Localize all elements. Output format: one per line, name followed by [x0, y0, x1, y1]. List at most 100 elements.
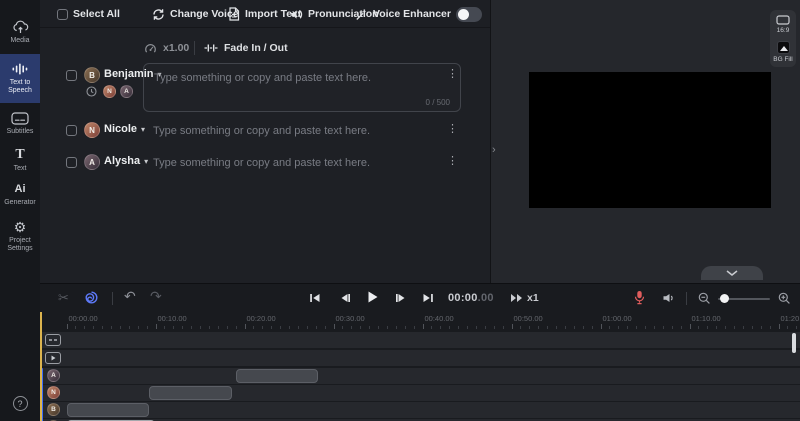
chevron-down-icon: ▾ — [144, 156, 149, 166]
magic-wand-icon — [355, 8, 368, 21]
ruler-tick — [591, 326, 593, 329]
zoom-slider-knob[interactable] — [720, 294, 729, 303]
row-menu-icon[interactable]: ⋮ — [447, 124, 458, 135]
help-icon: ? — [12, 396, 28, 411]
voice-track-alysha[interactable] — [40, 368, 800, 384]
ruler-tick — [93, 326, 95, 329]
ruler-tick — [653, 326, 655, 329]
ruler-tick — [636, 326, 638, 329]
ruler-tick — [671, 326, 673, 329]
toggle-knob — [458, 8, 469, 20]
timeline-clip[interactable] — [67, 403, 149, 417]
voice-row-checkbox[interactable] — [66, 157, 77, 168]
ruler-tick — [645, 326, 646, 329]
magic-tool-icon[interactable] — [84, 290, 99, 305]
change-voice-button[interactable]: Change Voice — [152, 0, 239, 28]
ruler-tick — [306, 326, 308, 329]
voice-selector[interactable]: Alysha ▾ — [104, 155, 148, 167]
ruler-tick — [662, 326, 664, 329]
aspect-ratio-label: 16:9 — [776, 27, 790, 34]
zoom-in-icon[interactable] — [778, 292, 791, 305]
panel-expand-icon[interactable]: › — [492, 144, 496, 156]
ruler-label: 00:50.00 — [513, 314, 543, 323]
history-icon[interactable] — [86, 86, 97, 97]
recent-voice-avatar[interactable]: N — [103, 85, 116, 98]
ruler-tick — [191, 326, 193, 329]
undo-icon[interactable]: ↶ — [124, 289, 136, 303]
avatar: N — [84, 122, 100, 138]
ruler-label: 01:10.00 — [691, 314, 721, 323]
speed-control[interactable]: x1.00 — [144, 40, 189, 56]
waveform-icon — [11, 62, 29, 76]
ruler-tick — [582, 326, 584, 329]
ruler-tick — [725, 326, 727, 329]
sidebar-item-ai-generator[interactable]: Ai Generator — [0, 183, 40, 207]
skip-to-start-button[interactable] — [308, 292, 322, 304]
voice-row-checkbox[interactable] — [66, 70, 77, 81]
voice-selector[interactable]: Nicole ▾ — [104, 123, 145, 135]
play-button[interactable] — [366, 290, 379, 304]
ruler-tick — [520, 326, 522, 329]
timeline-scrollbar[interactable] — [792, 333, 796, 353]
track-avatar: A — [47, 369, 60, 382]
ruler-tick — [627, 326, 629, 329]
ruler-label: 01:20.00 — [780, 314, 800, 323]
video-preview-stage[interactable] — [529, 72, 771, 208]
voice-track-benjamin[interactable] — [40, 402, 800, 418]
voice-name: Alysha — [104, 155, 141, 167]
subtitle-track[interactable] — [40, 332, 800, 348]
speaker-icon[interactable] — [662, 292, 676, 304]
file-import-icon — [228, 7, 240, 21]
voice-row-checkbox[interactable] — [66, 125, 77, 136]
ruler-tick — [458, 326, 460, 329]
record-mic-icon[interactable] — [634, 290, 645, 305]
ruler-tick — [538, 326, 540, 329]
row-menu-icon[interactable]: ⋮ — [447, 69, 458, 80]
skip-to-end-button[interactable] — [421, 292, 435, 304]
select-all-control[interactable]: Select All — [57, 0, 120, 28]
playhead[interactable] — [40, 312, 42, 421]
ruler-tick — [689, 324, 691, 329]
sidebar-item-media[interactable]: Media — [0, 20, 40, 45]
divider — [686, 292, 687, 305]
ruler-tick — [297, 326, 299, 329]
timeline-clip[interactable] — [149, 386, 232, 400]
tts-text-input[interactable]: Type something or copy and paste text he… — [143, 63, 461, 112]
text-tool-icon: T — [15, 147, 25, 162]
sidebar-item-subtitles[interactable]: Subtitles — [0, 112, 40, 136]
previous-frame-button[interactable] — [338, 292, 352, 304]
tts-text-input[interactable]: Type something or copy and paste text he… — [153, 125, 370, 137]
select-all-label: Select All — [73, 8, 120, 20]
zoom-out-icon[interactable] — [698, 292, 711, 305]
tts-text-input[interactable]: Type something or copy and paste text he… — [153, 157, 370, 169]
sidebar-item-project-settings[interactable]: ⚙ Project Settings — [0, 220, 40, 253]
next-frame-button[interactable] — [394, 292, 408, 304]
split-scissors-icon[interactable]: ✂ — [58, 291, 69, 304]
monitor-icon — [776, 15, 790, 25]
track-avatar: B — [47, 403, 60, 416]
video-track[interactable] — [40, 350, 800, 366]
sidebar-item-text-to-speech[interactable]: Text to Speech — [0, 54, 40, 103]
timeline-ruler[interactable]: 00:00.00 00:10.00 00:20.00 00:30.00 00:40.00… — [40, 311, 800, 331]
collapse-preview-tab[interactable] — [701, 266, 763, 280]
ruler-tick — [484, 326, 486, 329]
ruler-tick — [155, 324, 157, 329]
timeline-clip[interactable] — [236, 369, 318, 383]
aspect-ratio-button[interactable]: 16:9 — [776, 15, 790, 34]
redo-icon[interactable]: ↷ — [150, 289, 162, 303]
voice-enhancer-toggle[interactable] — [456, 6, 482, 22]
ruler-tick — [262, 326, 264, 329]
sidebar-item-label: Text — [13, 165, 27, 172]
help-button[interactable]: ? — [0, 396, 40, 411]
select-all-checkbox[interactable] — [57, 8, 68, 20]
row-menu-icon[interactable]: ⋮ — [447, 156, 458, 167]
playback-rate-button[interactable]: x1 — [510, 292, 539, 304]
current-time-display: 00:00.00 — [448, 292, 494, 304]
change-voice-icon — [152, 8, 165, 21]
ruler-label: 00:10.00 — [157, 314, 187, 323]
fade-in-out-button[interactable]: Fade In / Out — [204, 40, 288, 56]
ruler-tick — [698, 326, 700, 329]
recent-voice-avatar[interactable]: A — [120, 85, 133, 98]
sidebar-item-text[interactable]: T Text — [0, 148, 40, 173]
bg-fill-button[interactable]: BG Fill — [773, 41, 793, 63]
